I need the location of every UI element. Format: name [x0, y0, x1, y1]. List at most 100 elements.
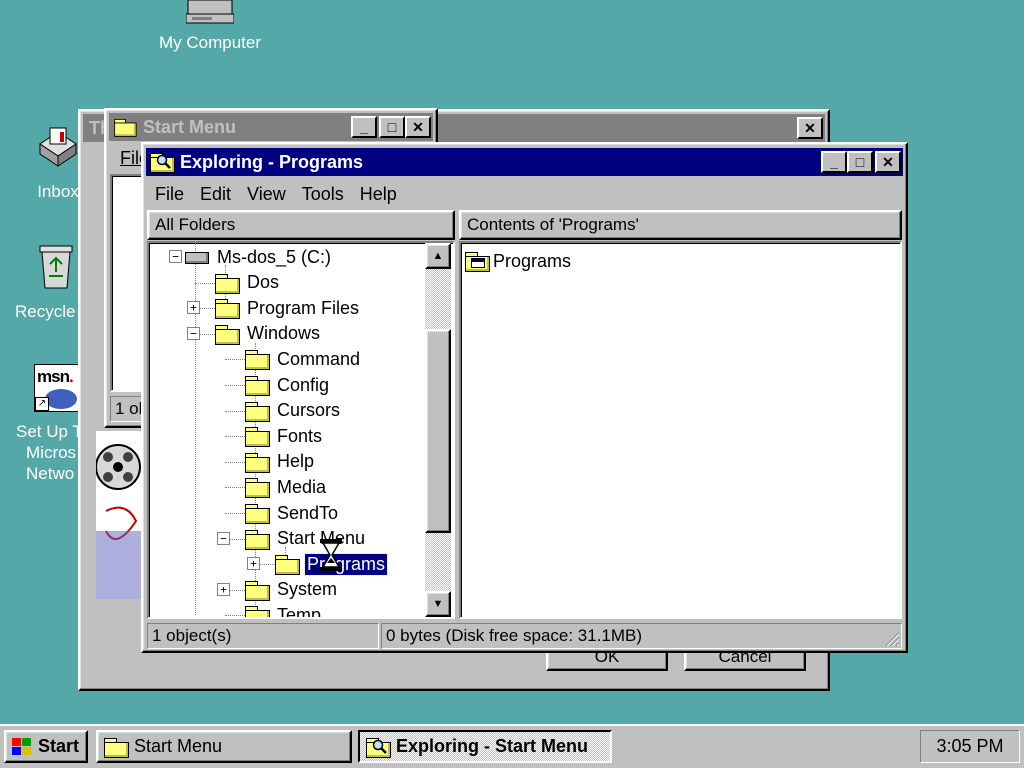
folder-open-icon [114, 118, 137, 137]
tree-item[interactable]: + System [217, 578, 339, 602]
taskbar-button-label: Start Menu [134, 736, 223, 756]
folder-icon [245, 452, 270, 473]
contents-pane[interactable]: Programs [459, 241, 902, 619]
system-tray-clock[interactable]: 3:05 PM [920, 730, 1020, 763]
maximize-icon[interactable]: □ [379, 116, 405, 138]
folder-icon [245, 504, 270, 524]
tree-scrollbar[interactable]: ▲ ▼ [425, 243, 451, 617]
explorer-app-icon [150, 152, 175, 173]
recycle-bin-icon [36, 242, 76, 290]
expand-icon[interactable]: + [187, 301, 200, 315]
collapse-icon[interactable]: − [187, 326, 200, 340]
tree-item-label: Help [277, 451, 315, 472]
all-folders-label: All Folders [155, 215, 236, 234]
collapse-icon[interactable]: − [169, 250, 182, 263]
taskbar-button-start-menu[interactable]: Start Menu [96, 730, 352, 763]
folder-icon [215, 299, 240, 320]
scroll-up-arrow-icon[interactable]: ▲ [425, 243, 451, 269]
folder-icon [245, 350, 270, 371]
tree-item[interactable]: Cursors [225, 399, 342, 423]
tree-item[interactable]: SendTo [225, 501, 340, 525]
start-button[interactable]: Start [4, 730, 88, 763]
tree-item[interactable]: Command [225, 347, 362, 371]
tree-item[interactable]: Media [225, 475, 328, 499]
explorer-window[interactable]: Exploring - Programs _ □ ✕ File Edit Vie… [141, 142, 908, 653]
folder-icon [245, 401, 270, 422]
start-menu-window-title: Start Menu [143, 116, 237, 137]
tree-item-label: Media [277, 476, 327, 497]
minimize-icon[interactable]: _ [821, 151, 847, 173]
taskbar-button-exploring[interactable]: Exploring - Start Menu [358, 730, 612, 763]
tree-item[interactable]: Temp [225, 603, 323, 619]
menu-item-help[interactable]: Help [360, 184, 397, 205]
desktop-icon-recycle-bin[interactable]: Recycle [8, 240, 88, 324]
film-reel-image [96, 431, 144, 599]
desktop-icon-label: My Computer [158, 33, 262, 52]
menu-item-file[interactable]: File [155, 184, 184, 205]
collapse-icon[interactable]: − [217, 531, 230, 545]
folder-icon [104, 737, 129, 758]
clock-text: 3:05 PM [936, 736, 1004, 756]
close-icon[interactable]: ✕ [405, 116, 431, 138]
tree-item[interactable]: Help [225, 450, 316, 474]
menu-item-edit[interactable]: Edit [200, 184, 231, 205]
menu-bar: File Edit View Tools Help [155, 182, 413, 206]
list-item-label: Programs [493, 250, 572, 271]
scroll-down-arrow-icon[interactable]: ▼ [425, 591, 451, 617]
folder-icon [215, 324, 240, 345]
explorer-title: Exploring - Programs [180, 151, 364, 172]
hard-drive-icon [185, 252, 209, 264]
tree-item[interactable]: Fonts [225, 424, 324, 448]
tree-item-label: Cursors [277, 400, 341, 421]
explorer-titlebar[interactable]: Exploring - Programs _ □ ✕ [146, 148, 903, 176]
tree-item-label: Ms-dos_5 (C:) [217, 246, 332, 267]
tree-item-label: Config [277, 374, 330, 395]
folder-icon [245, 606, 270, 617]
list-item[interactable]: Programs [465, 249, 571, 273]
close-icon[interactable]: ✕ [797, 117, 823, 139]
tree-item[interactable]: − Start Menu [217, 527, 367, 551]
start-label: Start [38, 736, 80, 756]
tree-item[interactable]: Config [225, 373, 331, 397]
folder-icon [245, 529, 270, 550]
status-disk-text: 0 bytes (Disk free space: 31.1MB) [386, 626, 643, 645]
status-objects-text: 1 object(s) [152, 626, 232, 645]
desktop-icon-label: Recycle [15, 302, 76, 321]
hourglass-cursor-icon [319, 538, 343, 572]
expand-icon[interactable]: + [247, 557, 260, 571]
resize-grip-icon[interactable] [882, 629, 900, 647]
tree-item[interactable]: Dos [195, 271, 281, 295]
menu-item-tools[interactable]: Tools [302, 184, 344, 205]
tree-item-label: Windows [247, 323, 321, 344]
windows-logo-icon [10, 737, 34, 757]
folder-icon [275, 555, 300, 576]
desktop-icon-my-computer[interactable]: My Computer [150, 0, 270, 60]
tree-item[interactable]: + Program Files [187, 296, 361, 320]
folder-tree[interactable]: − Ms-dos_5 (C:) Dos + Program Files − Windows C… [147, 241, 455, 619]
tree-item-label: Command [277, 348, 361, 369]
minimize-icon[interactable]: _ [351, 116, 377, 138]
tree-item-label: Programs [303, 552, 389, 576]
folder-icon [215, 273, 240, 294]
folder-icon [245, 427, 270, 448]
maximize-icon[interactable]: □ [847, 151, 873, 173]
tree-item[interactable]: − Windows [187, 322, 322, 346]
status-text: 1 ol [115, 399, 143, 418]
inbox-icon [36, 124, 80, 168]
expand-icon[interactable]: + [217, 582, 230, 596]
tree-item-label: Temp [277, 604, 322, 619]
contents-header-label: Contents of 'Programs' [467, 215, 639, 234]
scroll-thumb[interactable] [425, 329, 451, 533]
msn-icon: msn. ↗ [34, 364, 80, 412]
all-folders-header: All Folders [147, 210, 455, 240]
close-icon[interactable]: ✕ [875, 151, 901, 173]
contents-header: Contents of 'Programs' [459, 210, 902, 240]
folder-icon [245, 376, 270, 396]
start-menu-window-titlebar[interactable]: Start Menu _ □ ✕ [109, 113, 433, 141]
explorer-icon [366, 737, 391, 758]
menu-item-view[interactable]: View [247, 184, 286, 205]
tree-item-label: Dos [247, 272, 280, 293]
tree-item-label: SendTo [277, 502, 339, 523]
tree-item[interactable]: − Ms-dos_5 (C:) [169, 245, 333, 269]
tree-item-label: Program Files [247, 297, 360, 318]
